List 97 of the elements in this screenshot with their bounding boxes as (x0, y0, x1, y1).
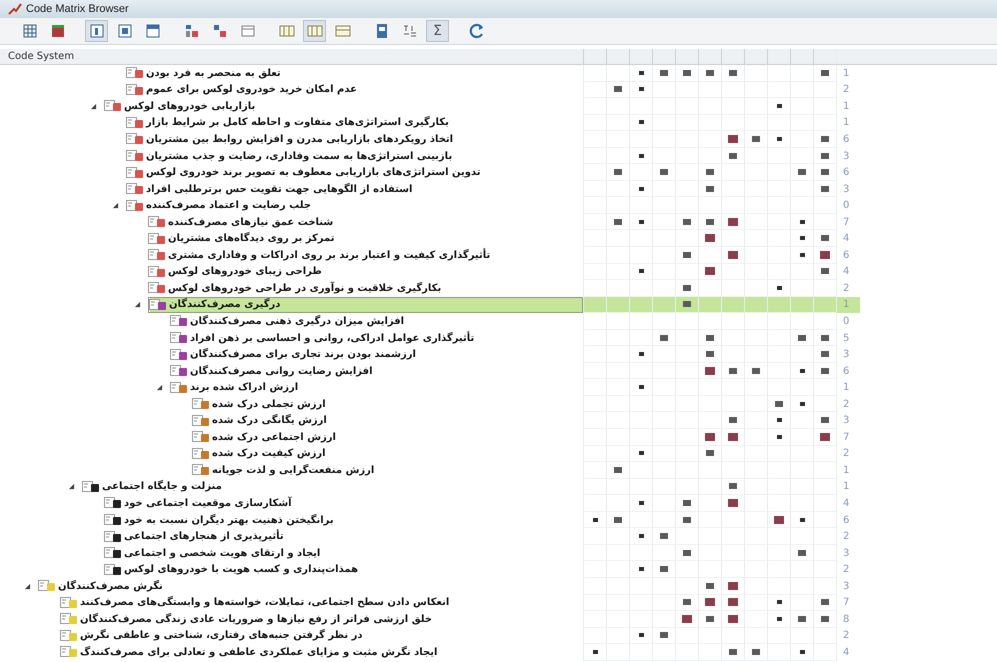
row-total: 1 (843, 299, 850, 310)
code-label: تمرکز بر روی دیدگاه‌های مشتریان (168, 233, 334, 244)
tags-icon (212, 23, 228, 39)
window-title: Code Matrix Browser (26, 3, 129, 15)
code-label: تأثیرگذاری کیفیت و اعتبار برند بر روی ادراکات و وفاداری مشتری (168, 250, 490, 261)
row-total: 3 (843, 415, 850, 426)
code-label: جلب رضایت و اعتماد مصرف‌کننده (146, 200, 312, 212)
row-total: 8 (843, 614, 850, 625)
code-label: افزایش رضایت روانی مصرف‌کنندگان (190, 366, 372, 377)
frame-icon (144, 23, 160, 39)
code-label: همذات‌پنداری و کسب هویت با خودروهای لوکس (124, 564, 358, 576)
frame-icon (88, 23, 104, 39)
grid-icon (22, 23, 38, 39)
row-total: 5 (843, 332, 850, 344)
code-label: افزایش میزان درگیری ذهنی مصرف‌کنندگان (190, 316, 404, 327)
row-total: 0 (843, 316, 850, 327)
row-total: 1 (843, 117, 850, 128)
row-total: 6 (843, 167, 850, 178)
row-total: 3 (843, 580, 850, 592)
row-total: 3 (843, 349, 850, 360)
code-label: برانگیختن ذهنیت بهتر دیگران نسبت به خود (124, 514, 334, 526)
column-header: Code System (8, 51, 74, 62)
window-icon (240, 23, 256, 39)
code-label: ارزش یگانگی درک شده (212, 415, 327, 426)
row-total: 3 (843, 548, 850, 559)
code-label: بازبینی استراتژی‌ها به سمت وفاداری، رضایت و جذب مشتریان (146, 150, 452, 162)
code-label: ارزش اجتماعی درک شده (212, 432, 336, 443)
row-total: 2 (843, 448, 850, 460)
expanded-arrow-icon[interactable] (134, 301, 141, 308)
columns-icon (278, 23, 294, 39)
row-total: 6 (843, 250, 850, 261)
code-label: بکارگیری خلاقیت و نوآوری در طراحی خودروهای لوکس (168, 282, 442, 294)
row-total: 0 (843, 200, 850, 212)
row-total: 6 (843, 134, 850, 145)
expanded-arrow-icon[interactable] (112, 202, 119, 210)
code-label: بازاریابی خودروهای لوکس (124, 100, 256, 112)
expanded-arrow-icon[interactable] (68, 483, 75, 490)
code-label: انعکاس دادن سطح اجتماعی، تمایلات، خواسته‌ها و وابستگی‌های مصرف‌کنند (80, 597, 450, 608)
row-total: 2 (843, 564, 850, 576)
code-label: بکارگیری استراتژی‌های متفاوت و احاطه کامل بر شرایط بازار (146, 117, 449, 128)
columns-icon (334, 23, 350, 39)
row-total: 3 (843, 150, 850, 162)
frame-icon (116, 23, 132, 39)
expanded-arrow-icon[interactable] (24, 582, 31, 590)
code-label: شناخت عمق نیازهای مصرف‌کننده (168, 216, 334, 228)
toolbar-button[interactable] (85, 20, 108, 42)
row-total: 1 (843, 100, 850, 112)
code-label: استفاده از الگوهایی جهت تقویت حس برترطلبی افراد (146, 184, 412, 195)
refresh-icon (468, 23, 484, 39)
row-total: 6 (843, 514, 850, 526)
code-label: خلق ارزشی فراتر از رفع نیازها و ضروریات عادی زندگی مصرف‌کنندگان (80, 614, 432, 625)
code-label: ارزش کیفیت درک شده (212, 448, 326, 460)
row-total: 1 (843, 382, 850, 394)
row-total: 4 (843, 266, 850, 278)
table-icon (50, 23, 66, 39)
row-total: 3 (843, 184, 850, 195)
row-total: 1 (843, 68, 850, 79)
toolbar-button[interactable]: Σ (426, 20, 449, 42)
code-label: تأثیرپذیری از هنجارهای اجتماعی (124, 531, 284, 542)
code-label: ارزشمند بودن برند تجاری برای مصرف‌کنندگان (190, 349, 416, 360)
row-total: 6 (843, 366, 850, 377)
code-label: ارزش ادراک شده برند (190, 382, 298, 394)
code-label: عدم امکان خرید خودروی لوکس برای عموم (146, 84, 357, 96)
code-label: در نظر گرفتن جنبه‌های رفتاری، شناختی و عاطفی نگرش (80, 630, 362, 642)
code-label: منزلت و جایگاه اجتماعی (102, 481, 222, 492)
tags-icon (184, 23, 200, 39)
row-total: 7 (843, 432, 850, 443)
row-total: 7 (843, 216, 850, 228)
symbols-icon (402, 23, 418, 39)
code-label: ارزش تجملی درک شده (212, 398, 326, 410)
row-total: 2 (843, 398, 850, 410)
row-total: 1 (843, 481, 850, 492)
toolbar-button[interactable] (303, 20, 326, 42)
code-label: طراحی زیبای خودروهای لوکس (168, 266, 322, 278)
row-total: 2 (843, 531, 850, 542)
code-label: تأثیرگذاری عوامل ادراکی، روانی و احساسی بر ذهن افراد (190, 332, 474, 344)
row-total: 1 (843, 464, 850, 476)
row-total: 4 (843, 233, 850, 244)
expanded-arrow-icon[interactable] (90, 102, 97, 110)
code-label: تعلق به منحصر به فرد بودن (146, 68, 281, 79)
code-label: نگرش مصرف‌کنندگان (58, 580, 163, 592)
expanded-arrow-icon[interactable] (156, 384, 163, 392)
row-total: 2 (843, 84, 850, 96)
row-total: 2 (843, 282, 850, 294)
row-total: 2 (843, 630, 850, 642)
row-total: 4 (843, 498, 850, 509)
code-label: اتخاذ رویکردهای بازاریابی مدرن و افزایش روابط بین مشتریان (146, 134, 454, 145)
code-label: درگیری مصرف‌کنندگان (169, 299, 280, 310)
columns-icon (306, 23, 322, 39)
app-icon (8, 2, 22, 16)
code-label: تدوین استراتژی‌های بازاریابی معطوف به تصویر برند خودروی لوکس (146, 167, 481, 178)
code-label: ایجاد نگرش مثبت و مزایای عملکردی عاطفی و تعادلی برای مصرف‌کنندگ (80, 646, 438, 658)
code-label: ایجاد و ارتقای هویت شخصی و اجتماعی (124, 548, 320, 559)
row-total: 4 (843, 646, 850, 658)
code-label: آشکارسازی موقعیت اجتماعی خود (124, 498, 292, 509)
code-label: ارزش منفعت‌گرایی و لذت جویانه (212, 464, 374, 476)
row-total: 7 (843, 597, 850, 608)
